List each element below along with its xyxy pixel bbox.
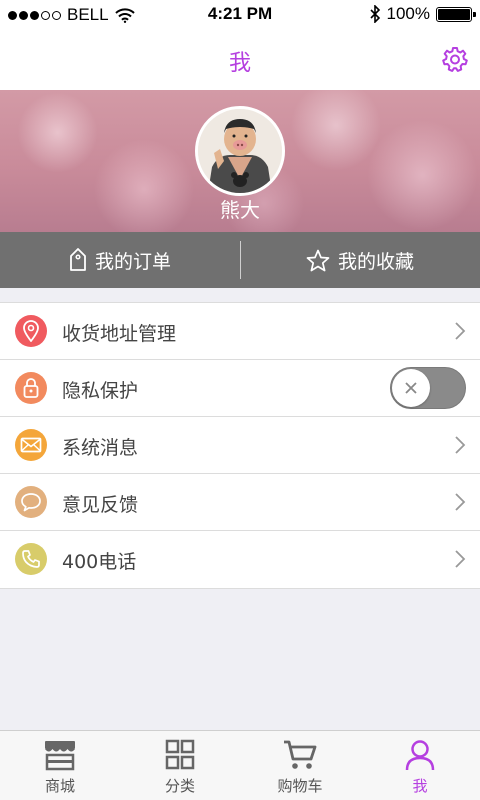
tab-me[interactable]: 我 [360, 731, 480, 800]
username: 熊大 [220, 198, 260, 222]
my-favorites-button[interactable]: 我的收藏 [240, 232, 480, 288]
tab-cart[interactable]: 购物车 [240, 731, 360, 800]
tab-store[interactable]: 商城 [0, 731, 120, 800]
avatar-image [198, 109, 282, 193]
speech-bubble-icon [15, 486, 47, 518]
battery-icon [436, 6, 476, 22]
chevron-right-icon [455, 322, 466, 340]
menu-item-label: 意见反馈 [62, 494, 139, 516]
settings-button[interactable] [442, 46, 468, 72]
bluetooth-icon [369, 5, 380, 23]
divider [240, 241, 241, 279]
tab-label: 购物车 [277, 777, 323, 795]
chevron-right-icon [455, 493, 466, 511]
menu-item-label: 400电话 [62, 551, 137, 573]
cart-icon [284, 740, 317, 769]
avatar[interactable] [195, 106, 285, 196]
menu-item-feedback[interactable]: 意见反馈 [0, 474, 480, 531]
menu-item-address[interactable]: 收货地址管理 [0, 303, 480, 360]
phone-icon [15, 543, 47, 575]
page-title: 我 [228, 51, 251, 76]
menu-item-phone[interactable]: 400电话 [0, 531, 480, 588]
store-icon [45, 741, 75, 771]
star-icon [306, 249, 330, 271]
quick-actions-bar: 我的订单 我的收藏 [0, 232, 480, 288]
battery-percent: 100% [386, 4, 430, 23]
my-orders-button[interactable]: 我的订单 [0, 232, 240, 288]
menu-item-messages[interactable]: 系统消息 [0, 417, 480, 474]
location-pin-icon [15, 315, 47, 347]
nav-bar: 我 [0, 30, 480, 90]
my-orders-label: 我的订单 [94, 250, 171, 273]
settings-menu: 收货地址管理 隐私保护 系统消息 意见反馈 400电话 [0, 302, 480, 589]
tab-label: 商城 [44, 777, 75, 795]
mail-icon [15, 429, 47, 461]
tab-label: 我 [412, 777, 428, 795]
grid-icon [165, 739, 195, 770]
toggle-knob [392, 369, 430, 407]
lock-icon [15, 372, 47, 404]
gear-icon [442, 47, 468, 72]
tab-label: 分类 [164, 777, 195, 795]
menu-item-label: 系统消息 [62, 437, 139, 459]
privacy-toggle[interactable] [390, 367, 466, 409]
chevron-right-icon [455, 436, 466, 454]
tag-icon [70, 248, 86, 271]
tab-bar: 商城 分类 购物车 我 [0, 730, 480, 800]
chevron-right-icon [455, 550, 466, 568]
my-favorites-label: 我的收藏 [337, 250, 414, 273]
profile-banner: 熊大 [0, 90, 480, 232]
close-icon [405, 382, 417, 394]
tab-category[interactable]: 分类 [120, 731, 240, 800]
menu-item-privacy: 隐私保护 [0, 360, 480, 417]
status-bar: BELL 4:21 PM 100% [0, 0, 480, 30]
person-icon [405, 740, 435, 771]
menu-item-label: 收货地址管理 [62, 323, 177, 345]
menu-item-label: 隐私保护 [62, 380, 139, 402]
